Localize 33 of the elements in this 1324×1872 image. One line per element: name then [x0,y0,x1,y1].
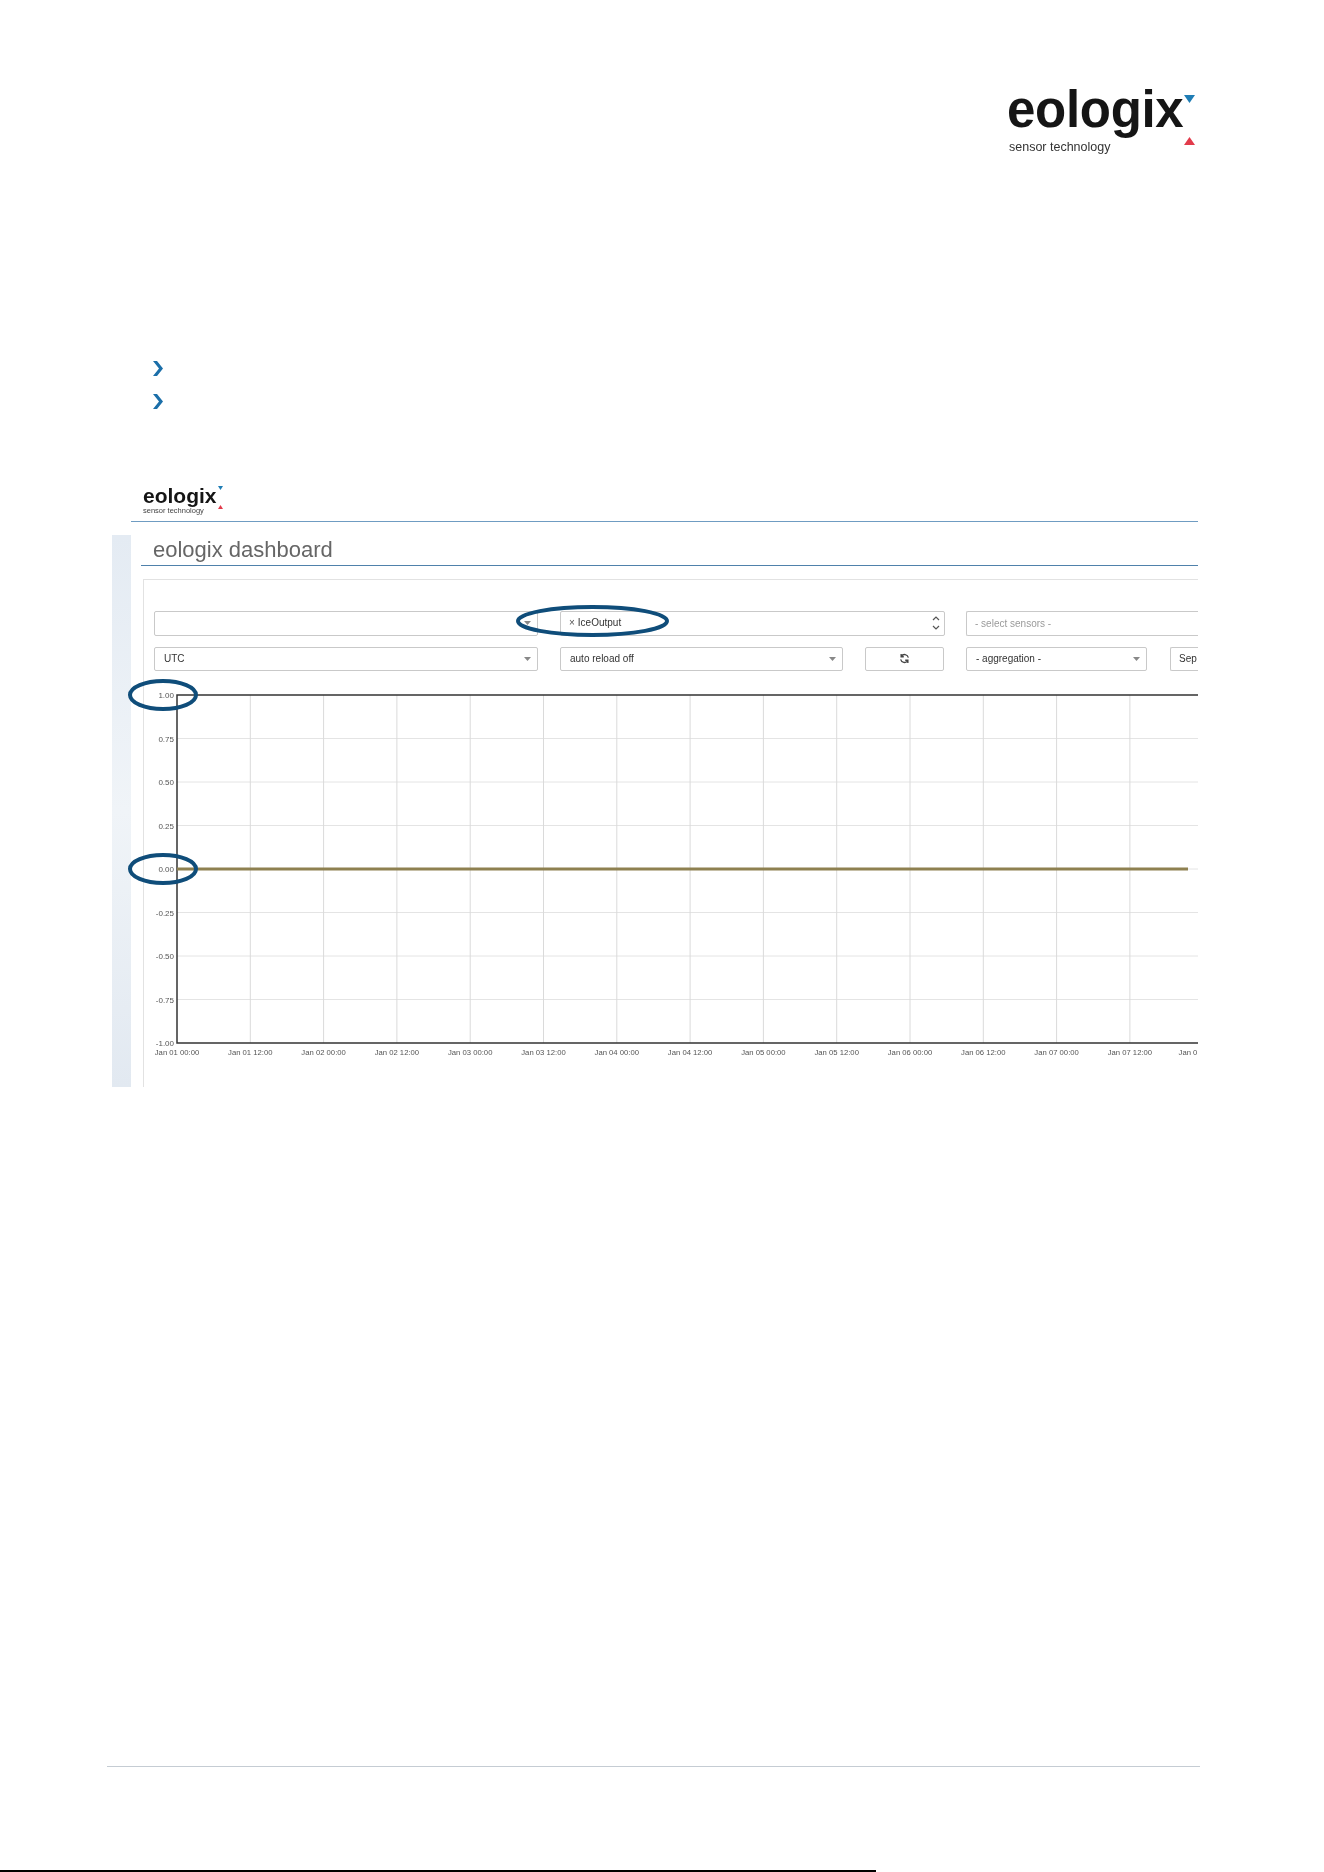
y-axis-label: -0.25 [155,908,174,917]
dropdown-field[interactable]: UTC [154,646,538,671]
dropdown-field[interactable]: - aggregation - [966,646,1147,671]
dropdown-field[interactable] [154,610,538,636]
down-triangle-icon [1184,95,1196,103]
y-axis-label: 0.75 [158,734,174,743]
y-axis-label: 1.00 [158,690,174,700]
tag-label: IceOutput [577,618,622,628]
dropdown-field[interactable]: auto reload off [560,646,843,671]
scroll-arrows-icon[interactable] [932,614,940,632]
action-button[interactable]: Sep [1170,646,1198,671]
y-axis-label: -0.75 [155,995,174,1004]
caret-icon [524,621,531,625]
refresh-icon [899,653,910,664]
y-axis-label: 0.25 [158,821,174,830]
down-triangle-icon [217,485,223,490]
chevron-icon [153,393,163,409]
y-axis-label: -1.00 [155,1038,174,1048]
caret-icon [829,656,836,661]
up-triangle-icon [217,504,223,509]
y-axis-label: -0.50 [155,951,174,961]
logo-tagline: sensor technology [1009,141,1111,154]
up-triangle-icon [1184,137,1196,145]
refresh-button[interactable] [865,646,944,671]
multiselect-field[interactable]: × IceOutput [560,610,945,636]
remove-tag-button[interactable]: × [569,618,575,628]
caret-icon [1133,656,1140,661]
y-axis-label: 0.00 [158,864,174,874]
dashboard-title: eologix dashboard [153,536,334,563]
caret-icon [524,656,531,661]
chevron-icon [153,360,163,376]
y-axis-label: 0.50 [158,777,174,787]
logo-wordmark: eologix [143,484,217,506]
